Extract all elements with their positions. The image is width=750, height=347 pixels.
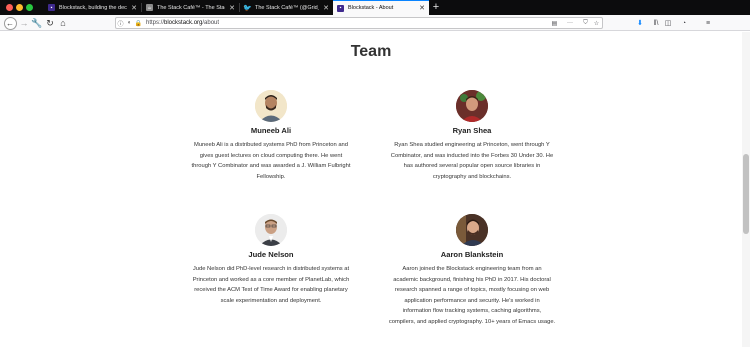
extension-icon[interactable]: ◔	[678, 17, 690, 29]
twitter-bird-icon: 🐦	[243, 4, 252, 12]
bio-line: Ryan Shea studied engineering at Princet…	[394, 142, 550, 148]
wrench-icon: 🔧	[31, 17, 43, 28]
forward-button[interactable]: →	[17, 16, 31, 30]
home-icon: ⌂	[60, 18, 66, 28]
blockstack-favicon-icon: ▪	[48, 4, 55, 11]
member-name: Jude Nelson	[248, 250, 294, 259]
library-icon[interactable]: ‖\	[650, 17, 662, 29]
bio-line: has authored several popular open source…	[403, 163, 541, 169]
scrollbar-thumb[interactable]	[743, 154, 749, 234]
url-path: /about	[202, 20, 220, 26]
reload-button[interactable]: ↻	[43, 16, 57, 30]
tab-twitter[interactable]: 🐦 The Stack Café™ (@Grid_dive ✕	[240, 0, 333, 15]
blockstack-favicon-icon: ▪	[337, 4, 344, 12]
bio-line: Princeton and worked as a core member of…	[192, 276, 350, 283]
tab-blockstack-about[interactable]: ▪ Blockstack - About ✕	[333, 0, 429, 15]
url-text[interactable]: https://blockstack.org/about	[146, 20, 219, 26]
avatar-photo	[255, 214, 287, 246]
team-member-card: Jude Nelson Jude Nelson did PhD-level re…	[159, 214, 383, 306]
new-tab-button[interactable]: +	[431, 0, 441, 15]
address-bar[interactable]: ⓘ ◐ 🔒 https://blockstack.org/about ▤ ···…	[115, 17, 603, 29]
bio-line: cryptography and blockchains.	[432, 173, 512, 180]
close-tab-icon[interactable]: ✕	[229, 4, 235, 12]
bio-line: information flow tracking systems, cachi…	[402, 308, 542, 314]
avatar	[255, 90, 287, 122]
navigation-toolbar: ← → 🔧 ↻ ⌂ ⓘ ◐ 🔒 https://blockstack.org/a…	[0, 15, 750, 31]
avatar	[456, 90, 488, 122]
close-tab-icon[interactable]: ✕	[419, 4, 425, 12]
tab-title: Blockstack - About	[348, 5, 394, 11]
lock-icon[interactable]: 🔒	[134, 20, 143, 27]
bookmark-star-icon[interactable]: ☆	[591, 20, 602, 27]
toolbar-right: ⬇ ‖\ ◫ ◔ ≡	[634, 17, 714, 29]
reload-icon: ↻	[46, 17, 54, 28]
bio-line: application performance and security. He…	[404, 297, 540, 304]
url-domain: blockstack.org	[164, 20, 203, 26]
team-member-card: Ryan Shea Ryan Shea studied engineering …	[360, 90, 584, 182]
page-scrollbar[interactable]	[742, 32, 750, 347]
url-scheme: https://	[146, 20, 165, 26]
tab-strip: ▪ Blockstack, building the decentr ✕ ☕ T…	[0, 0, 750, 15]
bio-line: scale experimentation and deployment.	[220, 297, 322, 304]
bio-line: Aaron joined the Blockstack engineering …	[402, 266, 542, 272]
address-bar-actions: ▤ ··· ⛉ ☆	[549, 18, 602, 28]
site-info-icon[interactable]: ⓘ	[116, 19, 125, 28]
close-tab-icon[interactable]: ✕	[131, 4, 137, 12]
forward-arrow-icon: →	[19, 18, 29, 28]
page-actions-button[interactable]: ···	[560, 20, 580, 26]
tab-title: The Stack Café™ - The Stack	[157, 4, 226, 11]
avatar-photo	[456, 90, 488, 122]
bio-line: Muneeb Ali is a distributed systems PhD …	[193, 142, 348, 148]
close-tab-icon[interactable]: ✕	[323, 4, 329, 12]
bio-line: research spanned a range of topics, most…	[394, 287, 550, 293]
back-button[interactable]: ←	[3, 16, 17, 30]
bio-line: through Y Combinator and was awarded a J…	[191, 163, 351, 169]
page-content: Team Muneeb Ali Muneeb Ali is a distribu…	[0, 32, 750, 347]
sidebar-icon[interactable]: ◫	[662, 17, 674, 29]
member-name: Aaron Blankstein	[440, 250, 504, 259]
tab-title: The Stack Café™ (@Grid_dive	[255, 4, 319, 11]
member-bio: Muneeb Ali is a distributed systems PhD …	[159, 140, 383, 182]
stack-cafe-favicon-icon: ☕	[146, 4, 153, 11]
downloads-icon[interactable]: ⬇	[634, 17, 646, 29]
bio-line: academic background, finishing his PhD i…	[393, 276, 551, 283]
bio-line: Combinator, and was inducted into the Fo…	[390, 152, 554, 159]
bio-line: Jude Nelson did PhD-level research in di…	[192, 266, 350, 272]
customize-toolbar-button[interactable]: 🔧	[30, 16, 44, 30]
avatar	[456, 214, 488, 246]
menu-icon[interactable]: ≡	[702, 17, 714, 29]
minimize-window-button[interactable]	[16, 4, 23, 11]
page-title: Team	[350, 43, 392, 60]
avatar-photo	[456, 214, 488, 246]
avatar	[255, 214, 287, 246]
close-window-button[interactable]	[6, 4, 13, 11]
member-bio: Aaron joined the Blockstack engineering …	[360, 264, 584, 327]
back-arrow-icon: ←	[3, 16, 17, 30]
tab-stack-cafe[interactable]: ☕ The Stack Café™ - The Stack ✕	[142, 0, 239, 15]
reader-view-icon[interactable]: ▤	[549, 20, 560, 27]
team-member-card: Muneeb Ali Muneeb Ali is a distributed s…	[159, 90, 383, 182]
bio-line: gives guest lectures on cloud computing …	[199, 152, 343, 159]
maximize-window-button[interactable]	[26, 4, 33, 11]
home-button[interactable]: ⌂	[56, 16, 70, 30]
bio-line: compilers, and applied cryptography. 10+…	[388, 318, 556, 325]
tab-blockstack-home[interactable]: ▪ Blockstack, building the decentr ✕	[44, 0, 141, 15]
team-member-card: Aaron Blankstein Aaron joined the Blocks…	[360, 214, 584, 327]
member-name: Ryan Shea	[452, 126, 492, 135]
tracking-protection-icon[interactable]: ◐	[125, 20, 134, 26]
member-bio: Jude Nelson did PhD-level research in di…	[159, 264, 383, 306]
avatar-photo	[255, 90, 287, 122]
tab-title: Blockstack, building the decentr	[59, 4, 127, 11]
bio-line: Fellowship.	[256, 173, 286, 180]
pocket-icon[interactable]: ⛉	[580, 20, 591, 27]
member-bio: Ryan Shea studied engineering at Princet…	[360, 140, 584, 182]
member-name: Muneeb Ali	[250, 126, 292, 135]
bio-line: received the ACM Test of Time Award for …	[194, 287, 348, 293]
